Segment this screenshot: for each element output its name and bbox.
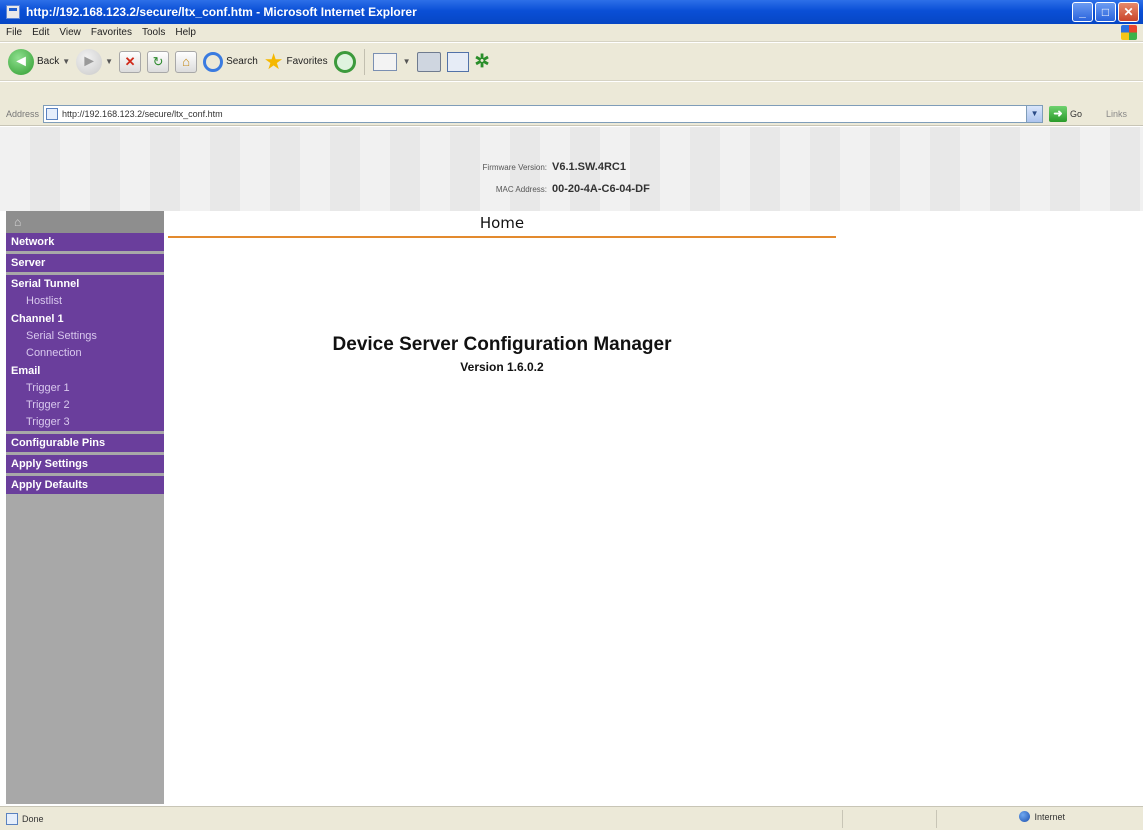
device-header: Firmware Version: V6.1.SW.4RC1 MAC Addre… — [0, 127, 1143, 211]
nav-hostlist[interactable]: Hostlist — [6, 293, 164, 310]
minimize-button[interactable]: _ — [1072, 2, 1093, 22]
menu-view[interactable]: View — [59, 27, 81, 38]
nav-connection[interactable]: Connection — [6, 345, 164, 362]
section-divider — [168, 236, 836, 238]
nav-pins-block: Configurable Pins — [6, 434, 164, 452]
menu-favorites[interactable]: Favorites — [91, 27, 132, 38]
forward-dropdown-icon[interactable]: ▼ — [105, 57, 113, 66]
nav-serial-block: Serial Tunnel Hostlist Channel 1 Serial … — [6, 275, 164, 431]
favorites-star-icon: ★ — [263, 48, 284, 74]
menu-file[interactable]: File — [6, 27, 22, 38]
page-icon — [46, 107, 59, 120]
nav-server-block: Server — [6, 254, 164, 272]
mail-dropdown-icon[interactable]: ▼ — [403, 57, 411, 66]
app-version: Version 1.6.0.2 — [460, 360, 544, 374]
print-icon[interactable] — [416, 51, 441, 72]
windows-logo-icon — [1121, 25, 1137, 40]
status-pane-divider — [936, 810, 937, 828]
address-url: http://192.168.123.2/secure/ltx_conf.htm — [62, 108, 223, 119]
security-zone: Internet — [1019, 811, 1065, 822]
sidebar-nav: ⌂ Network Server Serial Tunnel Hostlist … — [6, 211, 164, 804]
close-button[interactable]: ✕ — [1118, 2, 1139, 22]
nav-trigger-1[interactable]: Trigger 1 — [6, 380, 164, 397]
menu-edit[interactable]: Edit — [32, 27, 49, 38]
nav-apply-defaults[interactable]: Apply Defaults — [6, 476, 164, 494]
messenger-icon[interactable]: ✲ — [475, 51, 490, 72]
search-label: Search — [226, 56, 258, 67]
address-input[interactable]: http://192.168.123.2/secure/ltx_conf.htm… — [43, 104, 1044, 123]
favorites-button[interactable]: ★ Favorites — [263, 48, 328, 74]
menu-help[interactable]: Help — [175, 27, 196, 38]
mail-icon[interactable] — [372, 52, 397, 71]
nav-home-icon[interactable]: ⌂ — [6, 211, 164, 233]
mac-label: MAC Address: — [495, 185, 547, 194]
nav-channel-1[interactable]: Channel 1 — [6, 310, 164, 328]
history-icon[interactable] — [333, 50, 356, 73]
toolbar-separator — [363, 48, 365, 75]
section-title: Home — [479, 214, 525, 232]
zone-label: Internet — [1034, 811, 1065, 822]
stop-icon[interactable]: ✕ — [119, 50, 142, 73]
back-button[interactable]: ◄ Back ▼ — [8, 48, 70, 75]
links-label[interactable]: Links — [1106, 109, 1127, 119]
ie-page-icon — [6, 5, 20, 19]
status-pane-divider — [842, 810, 843, 828]
firmware-label: Firmware Version: — [482, 163, 547, 172]
globe-icon — [1019, 811, 1031, 822]
window-title: http://192.168.123.2/secure/ltx_conf.htm… — [26, 5, 417, 19]
refresh-icon[interactable]: ↻ — [147, 50, 170, 73]
status-text: Done — [22, 813, 44, 824]
nav-trigger-2[interactable]: Trigger 2 — [6, 397, 164, 414]
back-label: Back — [37, 56, 60, 67]
nav-email[interactable]: Email — [6, 362, 164, 380]
nav-server[interactable]: Server — [6, 254, 164, 272]
nav-apply-defaults-block: Apply Defaults — [6, 476, 164, 494]
window-controls: _ □ ✕ — [1072, 2, 1139, 22]
menu-bar: File Edit View Favorites Tools Help — [0, 24, 1143, 42]
back-arrow-icon: ◄ — [8, 48, 34, 75]
nav-trigger-3[interactable]: Trigger 3 — [6, 414, 164, 431]
search-button[interactable]: Search — [203, 51, 258, 72]
page-done-icon — [6, 812, 18, 825]
app-title: Device Server Configuration Manager — [332, 334, 672, 355]
address-dropdown-icon[interactable]: ▼ — [1026, 105, 1043, 122]
toolbar-background — [0, 82, 1143, 102]
standard-toolbar: ◄ Back ▼ ► ▼ ✕ ↻ ⌂ Search ★ Favorites ▼ … — [0, 43, 1143, 81]
forward-arrow-icon: ► — [76, 48, 103, 75]
nav-network[interactable]: Network — [6, 233, 164, 251]
forward-button[interactable]: ► ▼ — [76, 48, 113, 75]
window-title-bar: http://192.168.123.2/secure/ltx_conf.htm… — [0, 0, 1143, 24]
nav-apply-settings-block: Apply Settings — [6, 455, 164, 473]
address-label: Address — [6, 108, 40, 119]
go-button[interactable]: ➜ Go — [1049, 105, 1083, 122]
address-bar: Address http://192.168.123.2/secure/ltx_… — [0, 102, 1143, 126]
nav-serial-settings[interactable]: Serial Settings — [6, 328, 164, 345]
favorites-label: Favorites — [286, 56, 328, 67]
home-icon[interactable]: ⌂ — [175, 50, 198, 73]
edit-icon[interactable] — [446, 51, 469, 72]
maximize-button[interactable]: □ — [1095, 2, 1116, 22]
go-arrow-icon: ➜ — [1049, 105, 1068, 122]
back-dropdown-icon[interactable]: ▼ — [62, 57, 70, 66]
nav-serial-tunnel[interactable]: Serial Tunnel — [6, 275, 164, 293]
firmware-value: V6.1.SW.4RC1 — [552, 161, 626, 173]
nav-configurable-pins[interactable]: Configurable Pins — [6, 434, 164, 452]
search-icon — [203, 51, 224, 72]
status-bar: Done Internet — [0, 806, 1143, 830]
nav-network-block: Network — [6, 233, 164, 251]
nav-apply-settings[interactable]: Apply Settings — [6, 455, 164, 473]
go-label: Go — [1070, 108, 1083, 119]
menu-tools[interactable]: Tools — [142, 27, 165, 38]
mac-value: 00-20-4A-C6-04-DF — [552, 183, 650, 195]
